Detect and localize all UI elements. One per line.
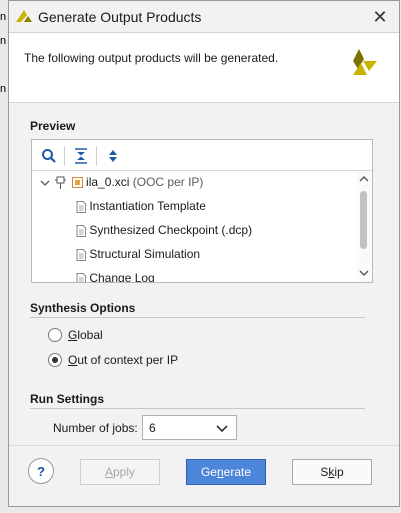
skip-label-post: ip	[334, 465, 344, 479]
preview-panel: ila_0.xci (OOC per IP) Instantiation Tem…	[31, 139, 373, 283]
title-bar[interactable]: Generate Output Products ✕	[9, 1, 399, 32]
output-products-tree: ila_0.xci (OOC per IP) Instantiation Tem…	[32, 172, 358, 282]
apply-mnemonic: A	[104, 465, 113, 479]
help-button[interactable]: ?	[28, 458, 54, 484]
radio-label-mnemonic: O	[68, 353, 78, 367]
scroll-thumb[interactable]	[360, 191, 367, 249]
tree-child-row[interactable]: Change Log	[76, 268, 155, 282]
file-icon	[76, 224, 86, 237]
preview-section-title: Preview	[30, 119, 76, 133]
background-window-text: n	[0, 11, 7, 23]
out-of-context-radio-option[interactable]: Out of context per IP	[48, 350, 178, 370]
global-radio[interactable]	[48, 328, 62, 342]
file-icon	[76, 272, 86, 282]
background-window-text: n	[0, 35, 7, 47]
vivado-logo-icon	[16, 10, 32, 22]
toolbar-separator	[96, 146, 97, 166]
apply-button[interactable]: Apply	[80, 459, 160, 485]
close-icon: ✕	[372, 6, 388, 27]
skip-button[interactable]: Sk ip	[292, 459, 372, 485]
collapse-all-icon[interactable]	[72, 147, 90, 165]
help-icon: ?	[37, 463, 45, 479]
toolbar-separator	[64, 146, 65, 166]
dialog-header: The following output products will be ge…	[9, 32, 399, 103]
chevron-down-icon[interactable]	[216, 423, 228, 433]
radio-label: lobal	[77, 328, 103, 342]
generate-mnemonic: n	[216, 465, 224, 479]
radio-label: ut of context per IP	[77, 353, 179, 367]
tree-child-label: Structural Simulation	[89, 247, 201, 261]
generate-output-products-dialog: Generate Output Products ✕ The following…	[8, 0, 400, 507]
number-of-jobs-label: Number of jobs:	[53, 421, 138, 435]
ip-core-icon	[55, 176, 67, 189]
tree-child-row[interactable]: Synthesized Checkpoint (.dcp)	[76, 220, 252, 240]
file-icon	[76, 200, 86, 213]
global-radio-option[interactable]: Global	[48, 325, 103, 345]
vivado-brand-logo-icon	[353, 49, 377, 75]
skip-label-pre: S	[320, 465, 329, 479]
tree-child-label: Change Log	[89, 271, 155, 282]
expand-all-icon[interactable]	[104, 147, 122, 165]
tree-child-label: Instantiation Template	[89, 199, 206, 213]
scroll-down-icon[interactable]	[359, 269, 369, 277]
chevron-down-icon[interactable]	[40, 178, 50, 188]
ip-instance-icon	[71, 177, 83, 189]
radio-label-mnemonic: G	[68, 328, 78, 342]
section-divider	[30, 408, 365, 409]
tree-child-label: Synthesized Checkpoint (.dcp)	[89, 223, 253, 237]
dialog-title: Generate Output Products	[38, 9, 202, 25]
generate-button[interactable]: Ge n erate	[186, 459, 266, 485]
tree-child-row[interactable]: Structural Simulation	[76, 244, 200, 264]
tree-root-row[interactable]: ila_0.xci (OOC per IP)	[40, 172, 203, 192]
generate-label-pre: Ge	[200, 465, 217, 479]
search-icon[interactable]	[40, 147, 58, 165]
scroll-up-icon[interactable]	[359, 175, 369, 183]
file-icon	[76, 248, 86, 261]
run-settings-section-title: Run Settings	[30, 392, 104, 406]
tree-root-detail: (OOC per IP)	[132, 175, 204, 189]
section-divider	[30, 317, 365, 318]
apply-label: pply	[113, 465, 136, 479]
tree-child-row[interactable]: Instantiation Template	[76, 196, 206, 216]
preview-toolbar	[32, 140, 372, 171]
synthesis-options-section-title: Synthesis Options	[30, 301, 136, 315]
background-window-text: n	[0, 83, 7, 95]
number-of-jobs-select[interactable]: 6	[142, 415, 237, 440]
generate-label-post: erate	[223, 465, 252, 479]
out-of-context-radio[interactable]	[48, 353, 62, 367]
header-message: The following output products will be ge…	[24, 51, 279, 65]
tree-root-name: ila_0.xci	[86, 175, 130, 189]
footer-divider	[9, 445, 399, 446]
close-button[interactable]: ✕	[367, 4, 393, 30]
jobs-select-value: 6	[149, 421, 156, 435]
tree-scrollbar[interactable]	[356, 171, 372, 282]
